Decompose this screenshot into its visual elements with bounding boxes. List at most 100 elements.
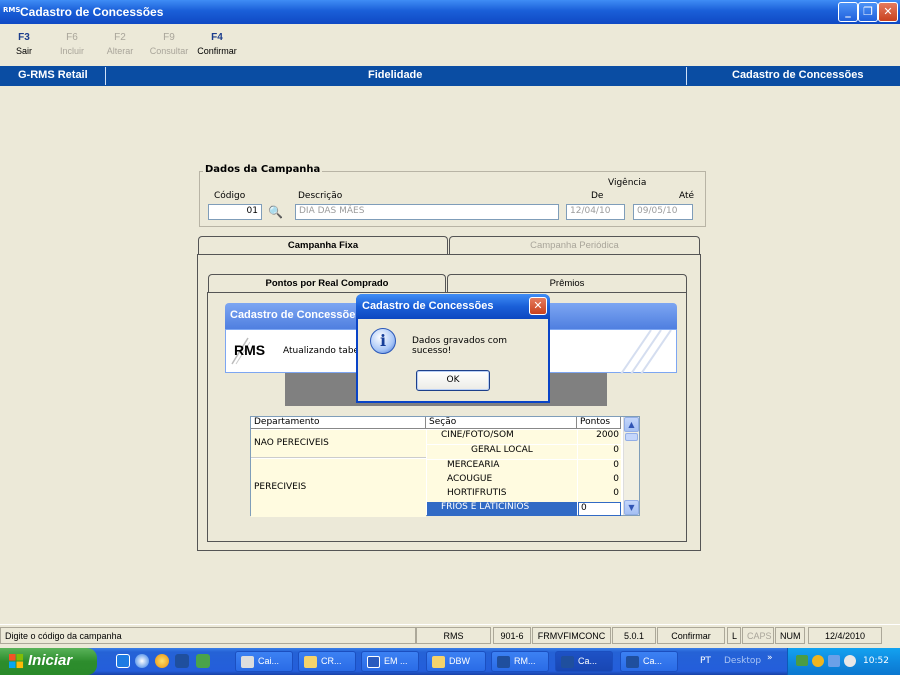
band-divider — [105, 67, 106, 85]
rms-icon — [497, 656, 510, 668]
rms-quick-icon[interactable] — [175, 654, 189, 668]
status-code: 901-6 — [493, 627, 531, 644]
confirm-label: Confirmar — [197, 46, 237, 56]
tab-points-per-real[interactable]: Pontos por Real Comprado — [208, 274, 446, 293]
points-cell[interactable]: 0 — [578, 460, 621, 474]
consult-label: Consultar — [149, 46, 189, 56]
section-cell-selected[interactable]: FRIOS E LATICINIOS — [427, 502, 577, 516]
points-cell-editing[interactable]: 0 — [578, 502, 621, 516]
status-bar: Digite o código da campanha RMS 901-6 FR… — [0, 624, 900, 644]
include-label: Incluir — [59, 46, 84, 56]
start-button[interactable]: Iniciar — [0, 648, 97, 675]
confirm-button[interactable]: F4 Confirmar — [194, 32, 240, 56]
status-form: FRMVFIMCONC — [532, 627, 611, 644]
task-button[interactable]: DBW — [426, 651, 486, 672]
points-cell[interactable]: 2000 — [578, 430, 621, 444]
title-bar[interactable]: RMS Cadastro de Concessões _ ❐ ✕ — [0, 0, 900, 24]
clock[interactable]: 10:52 — [863, 656, 889, 666]
section-cell[interactable]: MERCEARIA — [427, 460, 577, 474]
task-button[interactable]: Ca... — [620, 651, 678, 672]
points-cell[interactable]: 0 — [578, 445, 621, 459]
scroll-thumb[interactable] — [625, 433, 638, 441]
volume-icon[interactable] — [844, 655, 856, 667]
word-icon — [367, 656, 380, 668]
section-cell[interactable]: ACOUGUE — [427, 474, 577, 488]
to-date-field[interactable]: 09/05/10 — [633, 204, 693, 220]
binoculars-icon[interactable]: 🔍 — [268, 205, 283, 219]
from-date-field[interactable]: 12/04/10 — [566, 204, 625, 220]
message-dialog: Cadastro de Concessões ✕ i Dados gravado… — [356, 294, 550, 403]
task-button[interactable]: Cai... — [235, 651, 293, 672]
alter-button[interactable]: F2 Alterar — [103, 32, 137, 56]
department-cell[interactable]: PERECIVEIS — [251, 459, 426, 517]
taskbar: Iniciar Cai... CR... EM ... DBW RM... Ca… — [0, 648, 900, 675]
chevron-right-icon[interactable]: » — [767, 653, 773, 663]
progress-message: Atualizando tabel — [283, 346, 362, 356]
maximize-button[interactable]: ❐ — [858, 2, 878, 22]
status-caps: CAPS — [742, 627, 774, 644]
ok-button[interactable]: OK — [416, 370, 490, 391]
scroll-up-icon[interactable]: ▲ — [624, 417, 639, 432]
tray-monitor-icon[interactable] — [828, 655, 840, 667]
section-cell[interactable]: CINE/FOTO/SOM — [427, 430, 577, 444]
include-key: F6 — [66, 32, 78, 43]
windows-logo-icon — [9, 654, 24, 669]
band-screen: Cadastro de Concessões — [732, 69, 864, 81]
close-button[interactable]: ✕ — [878, 2, 898, 22]
folder-icon — [304, 656, 317, 668]
system-tray: 10:52 — [787, 648, 900, 675]
consult-button[interactable]: F9 Consultar — [146, 32, 192, 56]
status-action: Confirmar — [657, 627, 725, 644]
ie-icon[interactable] — [135, 654, 149, 668]
desktop-toolbar[interactable]: Desktop — [724, 656, 761, 666]
column-header-section[interactable]: Seção — [426, 417, 577, 429]
task-label: EM ... — [384, 656, 408, 666]
tab-prizes[interactable]: Prêmios — [447, 274, 687, 293]
grid-scrollbar[interactable]: ▲ ▼ — [623, 417, 639, 515]
code-field[interactable]: 01 — [208, 204, 262, 220]
description-field[interactable]: DIA DAS MÃES — [295, 204, 559, 220]
task-button-active[interactable]: Ca... — [555, 651, 613, 672]
network-icon[interactable] — [796, 655, 808, 666]
section-cell[interactable]: HORTIFRUTIS — [427, 488, 577, 502]
points-cell[interactable]: 0 — [578, 488, 621, 502]
task-label: CR... — [321, 656, 342, 666]
tab-fixed-campaign[interactable]: Campanha Fixa — [198, 236, 448, 255]
column-header-points[interactable]: Pontos — [577, 417, 621, 429]
consult-key: F9 — [163, 32, 175, 43]
app-quick-icon[interactable] — [196, 654, 210, 668]
language-indicator[interactable]: PT — [700, 656, 711, 666]
status-hint: Digite o código da campanha — [0, 627, 416, 644]
task-button[interactable]: EM ... — [361, 651, 419, 672]
minimize-button[interactable]: _ — [838, 2, 858, 22]
rms-icon — [626, 656, 639, 668]
band-module: Fidelidade — [368, 69, 423, 81]
task-label: RM... — [514, 656, 536, 666]
window-icon — [241, 656, 254, 668]
points-cell[interactable]: 0 — [578, 474, 621, 488]
media-icon[interactable] — [155, 654, 169, 668]
code-label: Código — [214, 191, 246, 201]
tab-periodic-campaign[interactable]: Campanha Periódica — [449, 236, 700, 255]
points-grid[interactable]: Departamento Seção Pontos NAO PERECIVEIS… — [250, 416, 640, 517]
band-divider — [686, 67, 687, 85]
column-header-department[interactable]: Departamento — [251, 417, 426, 429]
task-button[interactable]: CR... — [298, 651, 356, 672]
task-button[interactable]: RM... — [491, 651, 549, 672]
task-label: Ca... — [643, 656, 663, 666]
module-band: G-RMS Retail Fidelidade Cadastro de Conc… — [0, 66, 900, 86]
status-num: NUM — [775, 627, 805, 644]
include-button[interactable]: F6 Incluir — [55, 32, 89, 56]
exit-button[interactable]: F3 Sair — [10, 32, 38, 56]
show-desktop-icon[interactable] — [116, 654, 130, 668]
rms-logo: RMS — [234, 342, 266, 358]
scroll-down-icon[interactable]: ▼ — [624, 500, 639, 515]
app-icon: RMS — [3, 6, 21, 14]
section-cell[interactable]: GERAL LOCAL — [427, 445, 577, 459]
exit-key: F3 — [18, 32, 30, 43]
dialog-close-icon[interactable]: ✕ — [529, 297, 547, 315]
tray-app-icon[interactable] — [812, 655, 824, 667]
folder-icon — [432, 656, 445, 668]
department-cell[interactable]: NAO PERECIVEIS — [251, 430, 426, 458]
confirm-key: F4 — [211, 32, 223, 43]
